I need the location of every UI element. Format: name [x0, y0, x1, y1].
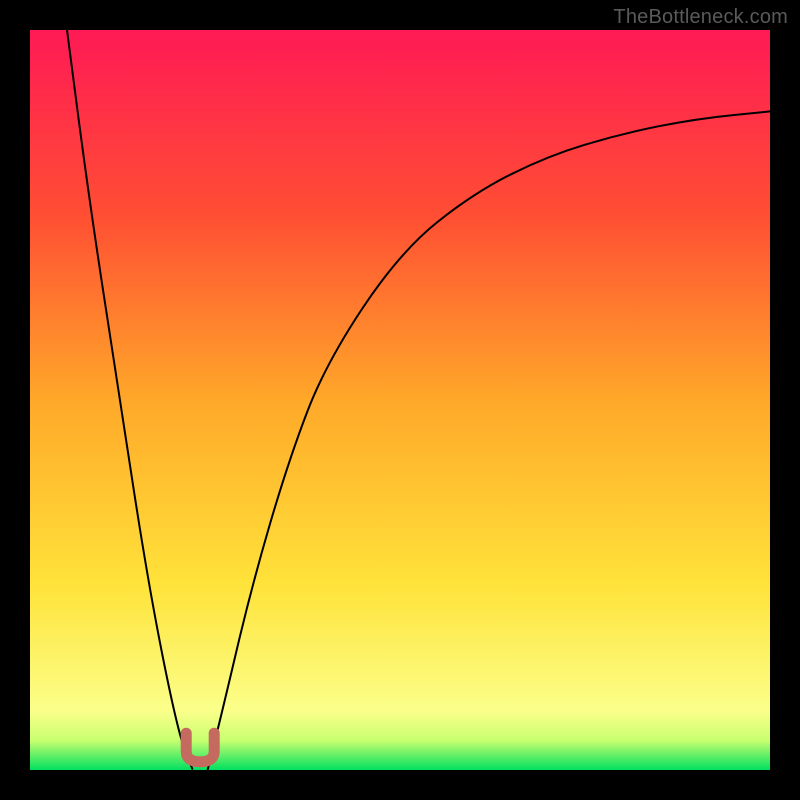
u-shaped-marker — [186, 733, 214, 762]
watermark-label: TheBottleneck.com — [613, 6, 788, 29]
curve-left-branch — [67, 30, 193, 770]
gradient-plot-area — [30, 30, 770, 770]
chart-frame: TheBottleneck.com — [0, 0, 800, 800]
curve-overlay — [30, 30, 770, 770]
curve-right-branch — [208, 111, 770, 770]
